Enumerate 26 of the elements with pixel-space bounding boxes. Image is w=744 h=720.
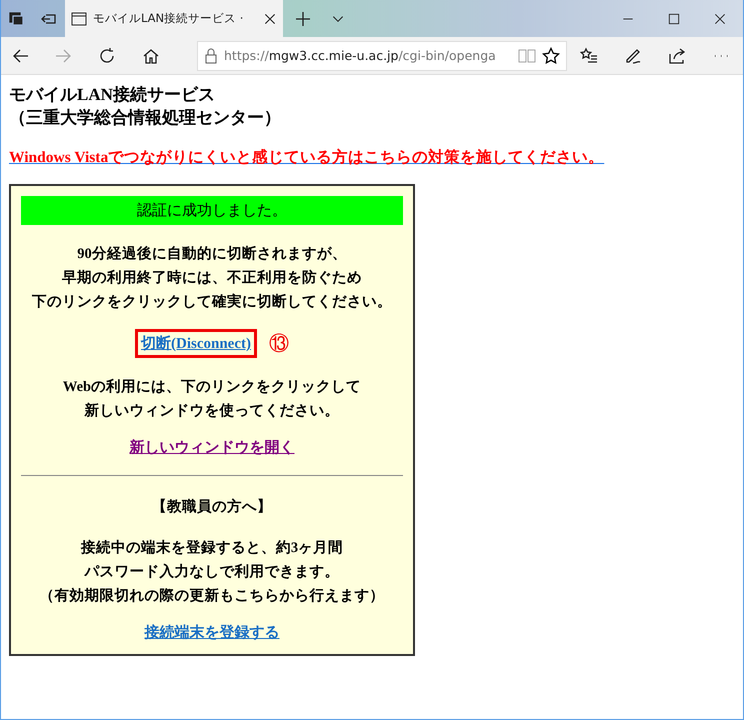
text-link[interactable]: 切断(Disconnect) [135, 329, 257, 358]
close-icon[interactable] [263, 12, 277, 26]
page-icon [71, 12, 87, 26]
refresh-icon[interactable] [98, 46, 116, 64]
lock-icon [204, 48, 218, 64]
success-banner: 認証に成功しました。 [21, 196, 403, 225]
back-icon[interactable] [12, 46, 30, 64]
callout-number: ⑬ [268, 330, 289, 357]
home-icon[interactable] [142, 46, 160, 64]
favorites-icon[interactable] [580, 46, 598, 64]
browser-tab[interactable]: モバイルLAN接続サービス · [65, 0, 283, 37]
text-link[interactable]: 接続端末を登録する [144, 623, 280, 642]
instruction-text: 接続中の端末を登録すると、約3ヶ月間 パスワード入力なしで利用できます。 （有効期限切れの際の更新もこちらから行えます） [40, 538, 384, 606]
address-bar[interactable]: https://mgw3.cc.mie-u.ac.jp/cgi-bin/openga [197, 40, 567, 70]
new-tab-icon[interactable] [294, 10, 312, 28]
instruction-text: Webの利用には、下のリンクをクリックして 新しいウィンドウを使ってください。 [62, 378, 362, 421]
notice-link[interactable]: Windows Vistaでつながりにくいと感じている方はこちらの対策を施してください。 [9, 147, 604, 168]
star-icon[interactable] [542, 46, 560, 64]
instruction-text: 90分経過後に自動的に切断されますが、 早期の利用終了時には、不正利用を防ぐため 下のリンクをクリックして確実に切断してください。 [32, 244, 392, 312]
share-icon[interactable] [668, 46, 686, 64]
page-heading: モバイルLAN接続サービス [9, 84, 216, 106]
pen-icon[interactable] [624, 46, 642, 64]
url-text: https://mgw3.cc.mie-u.ac.jp/cgi-bin/openga [224, 48, 497, 63]
instruction-text: 【教職員の方へ】 [152, 497, 272, 517]
text-link[interactable]: 新しいウィンドウを開く [130, 438, 294, 457]
page-heading: （三重大学総合情報処理センター） [9, 107, 282, 129]
